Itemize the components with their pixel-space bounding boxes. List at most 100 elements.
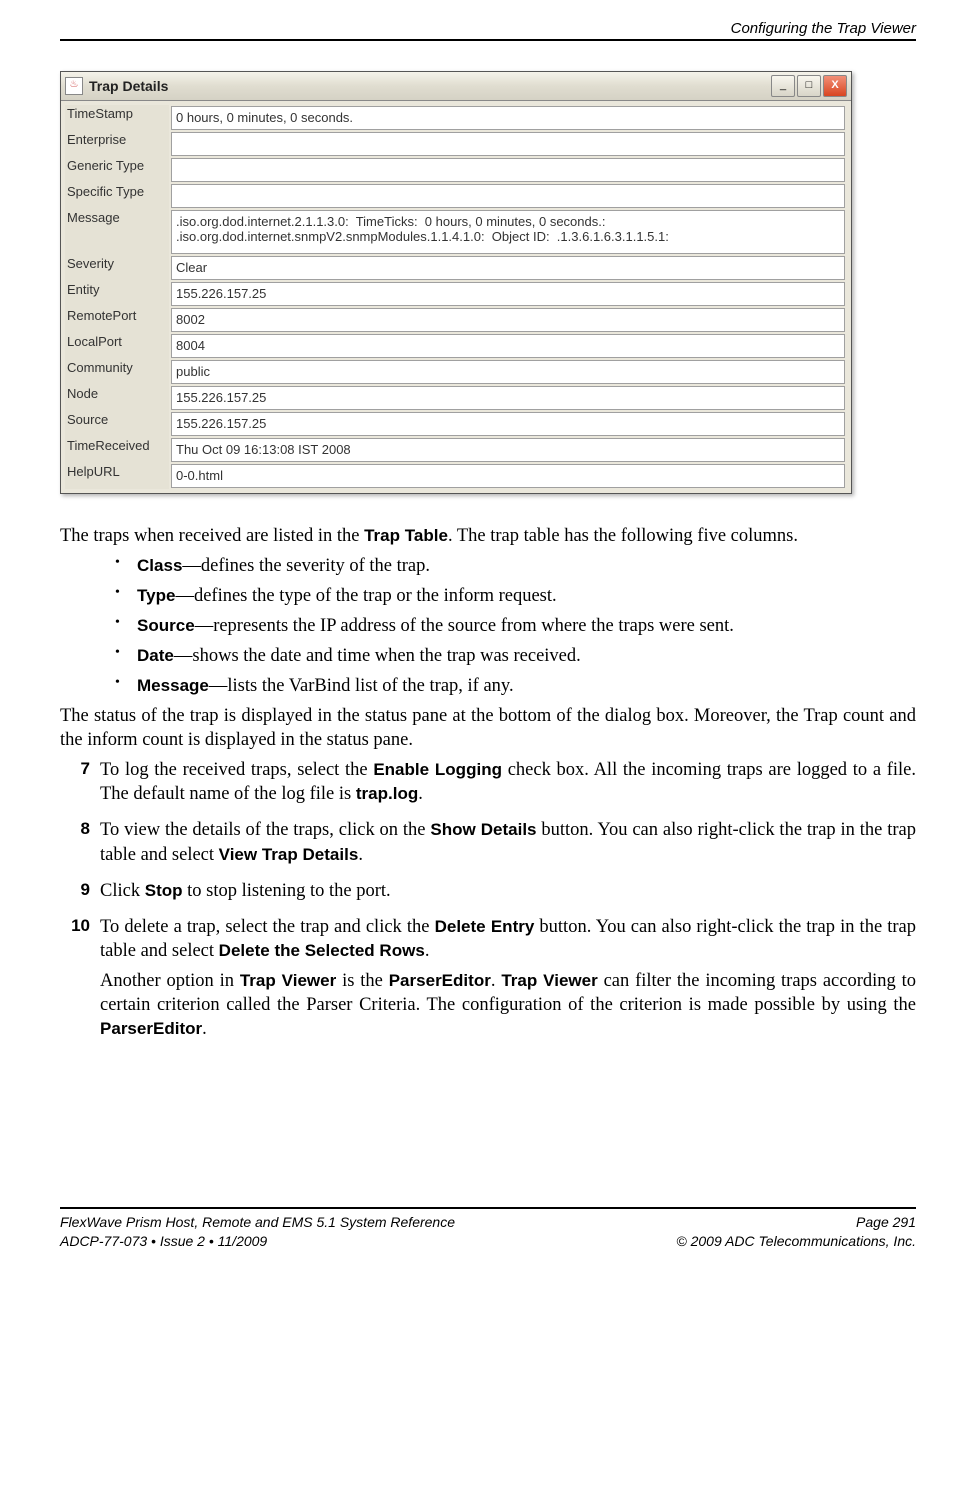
show-details-label: Show Details xyxy=(430,820,536,839)
property-label: Message xyxy=(65,209,169,255)
step-text: . xyxy=(202,1019,207,1039)
property-row: HelpURL0-0.html xyxy=(65,463,847,489)
step-num: 8 xyxy=(60,818,100,872)
property-value-field[interactable] xyxy=(171,184,845,208)
property-value-field[interactable]: 155.226.157.25 xyxy=(171,386,845,410)
step-text: To view the details of the traps, click … xyxy=(100,820,430,840)
parser-editor-label-2: ParserEditor xyxy=(100,1019,202,1038)
bullet-term: Source xyxy=(137,616,195,635)
property-row: Entity155.226.157.25 xyxy=(65,281,847,307)
bullet-desc: —shows the date and time when the trap w… xyxy=(174,646,581,666)
columns-list: Class—defines the severity of the trap. T… xyxy=(115,554,916,698)
property-value-field[interactable] xyxy=(171,158,845,182)
bullet-term: Type xyxy=(137,586,175,605)
footer-title: FlexWave Prism Host, Remote and EMS 5.1 … xyxy=(60,1213,455,1232)
step-num: 7 xyxy=(60,758,100,812)
traplog-label: trap.log xyxy=(356,784,418,803)
minimize-button[interactable]: _ xyxy=(771,75,795,97)
property-row: TimeStamp0 hours, 0 minutes, 0 seconds. xyxy=(65,105,847,131)
footer-copyright: © 2009 ADC Telecommunications, Inc. xyxy=(676,1232,916,1251)
property-row: Specific Type xyxy=(65,183,847,209)
step-text: . xyxy=(358,845,363,865)
bullet-term: Message xyxy=(137,676,209,695)
step-text: to stop listening to the port. xyxy=(183,881,391,901)
step-8: 8 To view the details of the traps, clic… xyxy=(60,818,916,872)
property-value-field[interactable]: 155.226.157.25 xyxy=(171,282,845,306)
property-row: SeverityClear xyxy=(65,255,847,281)
stop-label: Stop xyxy=(145,881,183,900)
property-value-field[interactable]: 0 hours, 0 minutes, 0 seconds. xyxy=(171,106,845,130)
step-10: 10 To delete a trap, select the trap and… xyxy=(60,915,916,1047)
step-num: 9 xyxy=(60,879,100,909)
column-bullet: Date—shows the date and time when the tr… xyxy=(115,644,916,668)
property-label: HelpURL xyxy=(65,463,169,489)
section-title: Configuring the Trap Viewer xyxy=(731,20,916,37)
property-row: Node155.226.157.25 xyxy=(65,385,847,411)
property-row: Message.iso.org.dod.internet.2.1.1.3.0: … xyxy=(65,209,847,255)
step-text: . xyxy=(425,941,430,961)
footer-doc-info: ADCP-77-073 • Issue 2 • 11/2009 xyxy=(60,1232,455,1251)
step-text: To delete a trap, select the trap and cl… xyxy=(100,917,435,937)
property-row: Source155.226.157.25 xyxy=(65,411,847,437)
property-value-field[interactable]: 8004 xyxy=(171,334,845,358)
trap-viewer-label-2: Trap Viewer xyxy=(501,971,597,990)
close-button[interactable]: X xyxy=(823,75,847,97)
property-label: Specific Type xyxy=(65,183,169,209)
java-icon: ♨ xyxy=(65,77,83,95)
step-7: 7 To log the received traps, select the … xyxy=(60,758,916,812)
property-row: Generic Type xyxy=(65,157,847,183)
titlebar[interactable]: ♨ Trap Details _ □ X xyxy=(61,72,851,101)
footer-page-number: Page 291 xyxy=(676,1213,916,1232)
step-text: To log the received traps, select the xyxy=(100,760,373,780)
column-bullet: Source—represents the IP address of the … xyxy=(115,614,916,638)
page-footer: FlexWave Prism Host, Remote and EMS 5.1 … xyxy=(60,1207,916,1251)
bullet-term: Class xyxy=(137,556,182,575)
trap-table-label: Trap Table xyxy=(364,526,448,545)
trap-viewer-label: Trap Viewer xyxy=(240,971,336,990)
property-value-field[interactable]: 155.226.157.25 xyxy=(171,412,845,436)
view-trap-details-label: View Trap Details xyxy=(219,845,359,864)
column-bullet: Type—defines the type of the trap or the… xyxy=(115,584,916,608)
bullet-desc: —defines the severity of the trap. xyxy=(182,556,430,576)
property-value-field[interactable]: public xyxy=(171,360,845,384)
property-label: Severity xyxy=(65,255,169,281)
property-row: Enterprise xyxy=(65,131,847,157)
step-text: . xyxy=(418,784,423,804)
property-value-field[interactable]: .iso.org.dod.internet.2.1.1.3.0: TimeTic… xyxy=(171,210,845,254)
property-row: LocalPort8004 xyxy=(65,333,847,359)
parser-editor-label: ParserEditor xyxy=(389,971,491,990)
column-bullet: Class—defines the severity of the trap. xyxy=(115,554,916,578)
dialog-body: TimeStamp0 hours, 0 minutes, 0 seconds.E… xyxy=(61,101,851,493)
property-label: TimeStamp xyxy=(65,105,169,131)
step-text: Another option in xyxy=(100,971,240,991)
step-num: 10 xyxy=(60,915,100,1047)
bullet-term: Date xyxy=(137,646,174,665)
delete-selected-rows-label: Delete the Selected Rows xyxy=(219,941,425,960)
maximize-button[interactable]: □ xyxy=(797,75,821,97)
page-header: Configuring the Trap Viewer xyxy=(60,20,916,41)
property-label: LocalPort xyxy=(65,333,169,359)
intro-text: The traps when received are listed in th… xyxy=(60,526,364,546)
step-text: . xyxy=(491,971,501,991)
properties-table: TimeStamp0 hours, 0 minutes, 0 seconds.E… xyxy=(65,105,847,489)
property-value-field[interactable]: Thu Oct 09 16:13:08 IST 2008 xyxy=(171,438,845,462)
property-value-field[interactable]: 8002 xyxy=(171,308,845,332)
status-paragraph: The status of the trap is displayed in t… xyxy=(60,704,916,752)
property-value-field[interactable] xyxy=(171,132,845,156)
property-row: TimeReceivedThu Oct 09 16:13:08 IST 2008 xyxy=(65,437,847,463)
property-value-field[interactable]: 0-0.html xyxy=(171,464,845,488)
property-label: TimeReceived xyxy=(65,437,169,463)
property-row: RemotePort8002 xyxy=(65,307,847,333)
trap-details-dialog: ♨ Trap Details _ □ X TimeStamp0 hours, 0… xyxy=(60,71,852,494)
intro-text-2: . The trap table has the following five … xyxy=(448,526,798,546)
bullet-desc: —represents the IP address of the source… xyxy=(195,616,734,636)
property-label: Generic Type xyxy=(65,157,169,183)
property-label: Community xyxy=(65,359,169,385)
property-label: Node xyxy=(65,385,169,411)
property-value-field[interactable]: Clear xyxy=(171,256,845,280)
column-bullet: Message—lists the VarBind list of the tr… xyxy=(115,674,916,698)
body-text: The traps when received are listed in th… xyxy=(60,524,916,1047)
dialog-title: Trap Details xyxy=(89,78,771,94)
property-label: RemotePort xyxy=(65,307,169,333)
step-text: Click xyxy=(100,881,145,901)
